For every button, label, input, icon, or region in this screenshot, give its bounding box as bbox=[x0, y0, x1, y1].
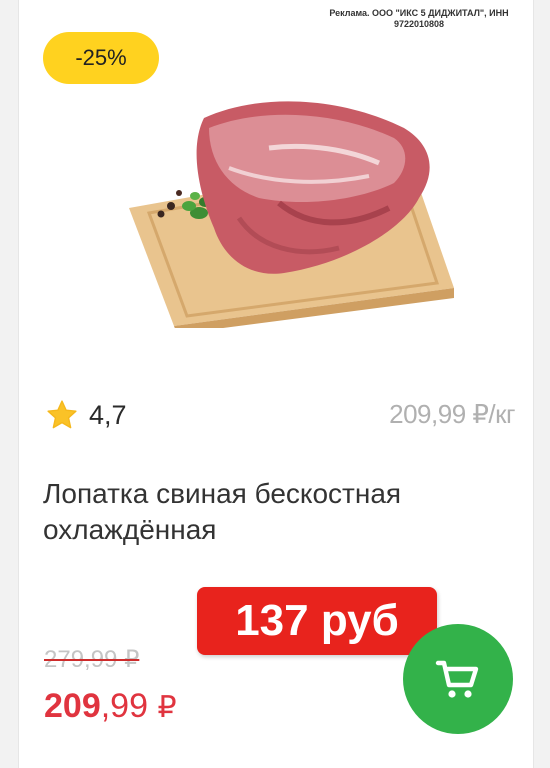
unit-price: 209,99 ₽/кг bbox=[389, 399, 515, 429]
ad-disclaimer: Реклама. ООО "ИКС 5 ДИДЖИТАЛ", ИНН 97220… bbox=[329, 8, 509, 29]
current-price-kopecks: ,99 bbox=[100, 687, 148, 725]
product-card[interactable]: Реклама. ООО "ИКС 5 ДИДЖИТАЛ", ИНН 97220… bbox=[18, 0, 534, 768]
currency-symbol: ₽ bbox=[157, 691, 177, 724]
current-price: 209,99 ₽ bbox=[44, 687, 177, 726]
discount-badge: -25% bbox=[43, 32, 159, 84]
product-image[interactable] bbox=[109, 88, 454, 328]
rating-value: 4,7 bbox=[89, 399, 127, 430]
star-icon bbox=[47, 400, 77, 429]
cart-icon bbox=[435, 660, 479, 698]
product-title[interactable]: Лопатка свиная бескостная охлаждённая bbox=[43, 476, 513, 548]
promo-price-sticker: 137 руб bbox=[197, 587, 437, 655]
old-price: 279,99 ₽ bbox=[44, 646, 140, 673]
add-to-cart-button[interactable] bbox=[403, 624, 513, 734]
rating: 4,7 bbox=[45, 398, 127, 432]
current-price-rubles: 209 bbox=[44, 687, 101, 725]
